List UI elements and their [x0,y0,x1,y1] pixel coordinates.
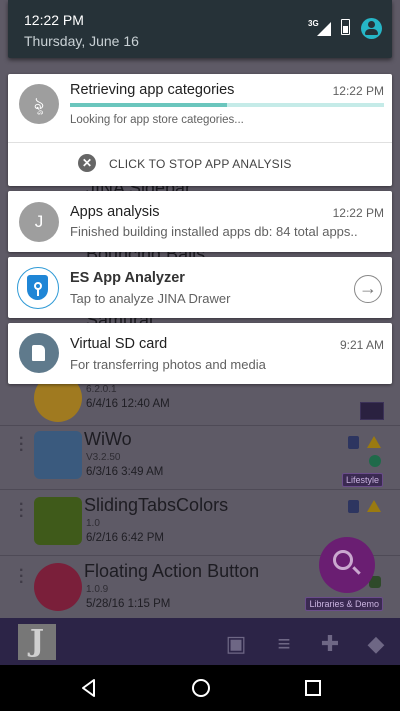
notification-text: Looking for app store categories... [70,114,244,126]
apps-icon[interactable]: ▣ [223,632,249,656]
stop-analysis-button[interactable]: CLICK TO STOP APP ANALYSIS [109,157,292,171]
app-date: 6/3/16 3:49 AM [86,466,164,478]
drag-handle[interactable]: · · · [19,497,24,525]
app-name: WiWo [84,429,132,449]
notification-title: Apps analysis [70,204,160,220]
app-version: 1.0 [86,518,100,529]
notification-text: Finished building installed apps db: 84 … [70,224,358,239]
notification-shade-header[interactable]: 12:22 PM Thursday, June 16 3G [8,0,392,58]
notification-text: For transferring photos and media [70,357,266,372]
notification-apps-analysis[interactable]: J Apps analysis 12:22 PM Finished buildi… [8,191,392,252]
notification-retrieving-categories[interactable]: ৡ Retrieving app categories 12:22 PM Loo… [8,74,392,186]
search-icon [333,550,353,570]
app-date: 6/4/16 12:40 AM [86,398,170,410]
sd-card-icon [19,333,59,373]
divider [8,142,392,143]
notification-title: Virtual SD card [70,336,168,352]
home-badge-icon [369,455,381,467]
app-date: 5/28/16 1:15 PM [86,598,171,610]
shield-icon [17,267,59,309]
battery-icon [341,19,350,35]
home-icon[interactable] [189,676,213,700]
notification-title: Retrieving app categories [70,82,235,98]
category-tag: Libraries & Demo [305,597,383,611]
user-avatar-icon[interactable] [361,18,382,39]
notification-text: Tap to analyze JINA Drawer [70,291,231,306]
app-icon [34,497,82,545]
app-icon [34,431,82,479]
clock: 12:22 PM [24,12,84,28]
notification-title: ES App Analyzer [70,270,185,286]
warning-icon [367,500,381,512]
arrow-right-icon[interactable]: → [354,275,382,303]
gamepad-icon[interactable]: ✚ [317,632,343,656]
progress-bar [70,103,384,107]
notification-virtual-sd-card[interactable]: Virtual SD card 9:21 AM For transferring… [8,323,392,384]
app-version: 6.2.0.1 [86,384,117,395]
app-row[interactable]: · · · WiWo V3.2.50 6/3/16 3:49 AM Lifestyl… [0,424,400,490]
info-badge-icon [348,436,359,449]
notification-es-app-analyzer[interactable]: ES App Analyzer Tap to analyze JINA Draw… [8,257,392,318]
app-logo[interactable]: J [18,624,56,660]
stop-icon: ✕ [78,154,96,172]
filter-icon[interactable]: ≡ [271,632,297,656]
warning-icon [367,436,381,448]
progress-fill [70,103,227,107]
app-name: Floating Action Button [84,561,260,581]
notification-time: 12:22 PM [332,206,384,220]
queue-icon[interactable] [360,402,384,420]
recents-icon[interactable] [301,676,325,700]
notification-time: 12:22 PM [332,84,384,98]
info-badge-icon [348,500,359,513]
drag-handle[interactable]: · · · [19,563,24,591]
drag-handle[interactable]: · · · [19,431,24,459]
notification-time: 9:21 AM [339,338,384,352]
app-icon [34,563,82,611]
signal-icon [317,22,331,36]
date[interactable]: Thursday, June 16 [24,33,139,49]
back-icon[interactable] [77,676,101,700]
app-date: 6/2/16 6:42 PM [86,532,164,544]
category-tag: Lifestyle [341,473,383,487]
app-version: V3.2.50 [86,452,121,463]
notification-avatar: J [19,202,59,242]
notification-avatar: ৡ [19,84,59,124]
app-name: SlidingTabsColors [84,495,229,515]
tag-icon[interactable]: ◆ [363,632,389,656]
app-version: 1.0.9 [86,584,109,595]
